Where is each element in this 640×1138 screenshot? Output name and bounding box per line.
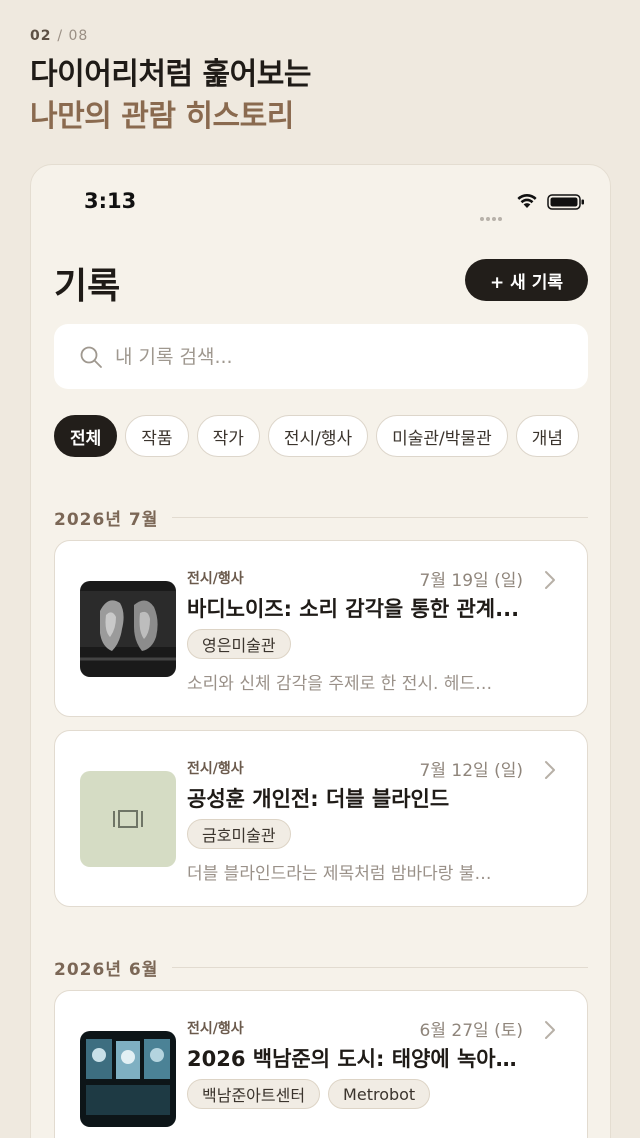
record-thumbnail	[80, 581, 176, 677]
record-date: 7월 12일 (일)	[419, 761, 523, 781]
filter-chip-artwork[interactable]: 작품	[125, 415, 189, 457]
search-input[interactable]	[115, 345, 535, 368]
record-title: 바디노이즈: 소리 감각을 통한 관계...	[187, 597, 520, 621]
section-header: 2026년 6월	[54, 955, 588, 980]
section-divider	[172, 517, 588, 518]
page-current: 02	[30, 28, 52, 44]
onboarding-page-indicator: 02 / 08	[30, 28, 88, 44]
chevron-right-icon	[545, 761, 555, 779]
page-title: 기록	[54, 266, 121, 307]
record-card[interactable]: 전시/행사 7월 12일 (일) 공성훈 개인전: 더블 블라인드 금호미술관 …	[54, 730, 588, 907]
section-divider	[172, 967, 588, 968]
record-title: 2026 백남준의 도시: 태양에 녹아…	[187, 1047, 517, 1071]
record-tag[interactable]: 영은미술관	[187, 629, 291, 659]
artwork-image	[80, 581, 176, 677]
record-date: 6월 27일 (토)	[419, 1021, 523, 1041]
section-label: 2026년 6월	[54, 960, 159, 980]
image-placeholder-icon	[113, 810, 143, 828]
record-description: 소리와 신체 감각을 주제로 한 전시. 헤드…	[187, 674, 493, 694]
artwork-image	[80, 1031, 176, 1127]
search-bar[interactable]	[54, 324, 588, 389]
page-total: / 08	[57, 28, 89, 44]
record-tag[interactable]: Metrobot	[328, 1079, 431, 1109]
record-category: 전시/행사	[187, 1021, 244, 1037]
headline-line-2: 나만의 관람 히스토리	[30, 99, 294, 134]
status-bar: 3:13	[31, 165, 610, 235]
wifi-icon	[517, 193, 537, 208]
filter-chip-concept[interactable]: 개념	[515, 415, 579, 457]
record-title: 공성훈 개인전: 더블 블라인드	[187, 787, 450, 811]
filter-chip-museum[interactable]: 미술관/박물관	[376, 415, 508, 457]
record-date: 7월 19일 (일)	[419, 571, 523, 591]
status-time: 3:13	[84, 189, 137, 213]
section-header: 2026년 7월	[54, 505, 588, 530]
record-tags: 백남준아트센터 Metrobot	[187, 1079, 431, 1109]
new-record-button[interactable]: + 새 기록	[465, 259, 588, 301]
record-description: 더블 블라인드라는 제목처럼 밤바다랑 불…	[187, 864, 492, 884]
filter-chip-all[interactable]: 전체	[54, 415, 118, 457]
record-thumbnail-placeholder	[80, 771, 176, 867]
filter-chips: 전체 작품 작가 전시/행사 미술관/박물관 개념	[54, 415, 610, 457]
record-tags: 금호미술관	[187, 819, 291, 849]
onboarding-headline: 다이어리처럼 훑어보는 나만의 관람 히스토리	[30, 54, 311, 138]
record-card[interactable]: 전시/행사 6월 27일 (토) 2026 백남준의 도시: 태양에 녹아… 백…	[54, 990, 588, 1138]
search-icon	[80, 346, 102, 368]
record-tag[interactable]: 백남준아트센터	[187, 1079, 321, 1109]
filter-chip-artist[interactable]: 작가	[196, 415, 260, 457]
section-label: 2026년 7월	[54, 510, 159, 530]
record-card[interactable]: 전시/행사 7월 19일 (일) 바디노이즈: 소리 감각을 통한 관계... …	[54, 540, 588, 717]
battery-icon	[547, 194, 584, 210]
record-tag[interactable]: 금호미술관	[187, 819, 291, 849]
headline-line-1: 다이어리처럼 훑어보는	[30, 57, 311, 92]
chevron-right-icon	[545, 571, 555, 589]
record-category: 전시/행사	[187, 761, 244, 777]
record-category: 전시/행사	[187, 571, 244, 587]
signal-icon	[480, 206, 506, 221]
chevron-right-icon	[545, 1021, 555, 1039]
record-tags: 영은미술관	[187, 629, 291, 659]
filter-chip-exhibition[interactable]: 전시/행사	[267, 415, 369, 457]
phone-mockup: 3:13 기록 + 새 기록 전체 작품 작가 전시/행사 미술관/박물관 개념…	[30, 164, 611, 1138]
record-thumbnail	[80, 1031, 176, 1127]
